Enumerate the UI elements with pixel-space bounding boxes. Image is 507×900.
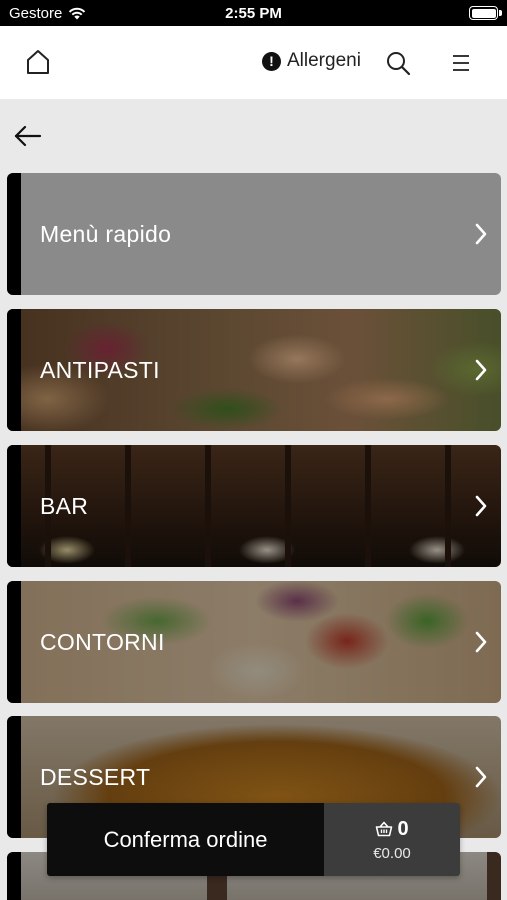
- cart-total: €0.00: [373, 844, 411, 862]
- chevron-right-icon: [475, 766, 487, 788]
- basket-icon: [376, 821, 393, 837]
- category-label: CONTORNI: [40, 628, 165, 655]
- category-label: ANTIPASTI: [40, 356, 160, 383]
- card-accent-stripe: [7, 445, 21, 567]
- chevron-right-icon: [475, 495, 487, 517]
- cart-summary: 0: [375, 817, 409, 841]
- category-label: BAR: [40, 492, 89, 519]
- card-accent-stripe: [7, 173, 21, 295]
- allergens-label: Allergeni: [287, 50, 361, 71]
- card-accent-stripe: [7, 716, 21, 838]
- category-card-contorni[interactable]: CONTORNI: [7, 581, 501, 703]
- card-accent-stripe: [7, 581, 21, 703]
- chevron-right-icon: [475, 359, 487, 381]
- category-card-menu-rapido[interactable]: Menù rapido: [7, 173, 501, 295]
- confirm-order-button[interactable]: Conferma ordine: [47, 803, 324, 876]
- cart-button[interactable]: 0 €0.00: [324, 803, 460, 876]
- card-accent-stripe: [7, 852, 21, 900]
- category-card-antipasti[interactable]: ANTIPASTI: [7, 309, 501, 431]
- app-header: ! Allergeni: [0, 26, 507, 99]
- category-card-bar[interactable]: BAR: [7, 445, 501, 567]
- exclamation-icon: !: [262, 51, 281, 71]
- chevron-right-icon: [475, 631, 487, 653]
- card-accent-stripe: [7, 309, 21, 431]
- status-bar: Gestore 2:55 PM: [0, 0, 507, 26]
- home-button[interactable]: [22, 46, 54, 78]
- home-icon: [27, 50, 49, 74]
- category-label: Menù rapido: [40, 220, 172, 247]
- hamburger-menu-button[interactable]: [450, 52, 472, 74]
- search-button[interactable]: [384, 49, 412, 77]
- back-button[interactable]: [12, 122, 44, 150]
- clock: 2:55 PM: [225, 5, 282, 22]
- hamburger-icon: [453, 55, 469, 71]
- cart-count: 0: [397, 817, 409, 840]
- allergens-button[interactable]: ! Allergeni: [262, 50, 361, 72]
- arrow-left-icon: [14, 125, 42, 147]
- order-bar: Conferma ordine 0 €0.00: [47, 803, 460, 876]
- chevron-right-icon: [475, 223, 487, 245]
- battery-icon: [469, 6, 502, 20]
- search-icon: [387, 52, 411, 76]
